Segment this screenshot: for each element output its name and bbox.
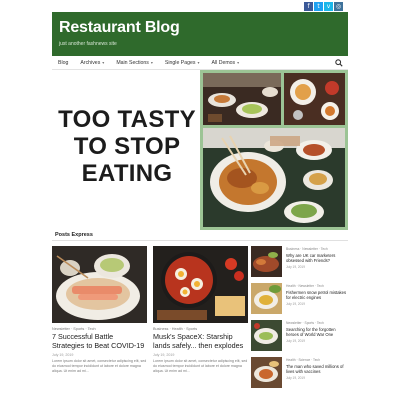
- site-title[interactable]: Restaurant Blog: [59, 19, 180, 37]
- post-categories[interactable]: Newsletter · Sports · Tech: [52, 327, 147, 331]
- post-thumbnail[interactable]: [251, 246, 282, 277]
- food-image: [251, 320, 282, 351]
- post-date: July 19, 2019: [286, 302, 305, 306]
- site-header: Restaurant Blog just another fashnews si…: [52, 12, 348, 56]
- hero-headline: TOO TASTY TO STOP EATING: [54, 106, 200, 187]
- social-links: f t v ◎: [304, 2, 343, 11]
- nav-item-main-sections[interactable]: Main Sections ▾: [116, 60, 153, 66]
- instagram-icon[interactable]: ◎: [334, 2, 343, 11]
- nav-item-label: All Demos: [211, 59, 236, 66]
- post-categories[interactable]: Business · Health · Sports: [153, 327, 248, 331]
- chevron-down-icon: ▾: [197, 59, 200, 65]
- post-thumbnail[interactable]: [251, 320, 282, 351]
- post-thumbnail[interactable]: [153, 246, 248, 323]
- hero-banner[interactable]: TOO TASTY TO STOP EATING: [52, 70, 348, 230]
- food-image: [153, 246, 248, 323]
- food-image: [251, 283, 282, 314]
- food-image: [251, 357, 282, 388]
- site-tagline: just another fashnews site: [59, 41, 117, 47]
- list-item-body: Health · Newsletter · Tech Fishermen sno…: [286, 284, 348, 306]
- nav-item-label: Blog: [58, 59, 69, 66]
- facebook-icon[interactable]: f: [304, 2, 313, 11]
- post-categories[interactable]: Health · Newsletter · Tech: [286, 284, 348, 288]
- post-title[interactable]: Searching for the forgotten heroes of Wo…: [286, 327, 348, 337]
- post-thumbnail[interactable]: [251, 283, 282, 314]
- nav-item-blog[interactable]: Blog: [58, 60, 68, 66]
- post-card[interactable]: Business · Health · Sports Musk's SpaceX…: [153, 246, 248, 374]
- post-categories[interactable]: Health · Science · Tech: [286, 358, 348, 362]
- list-item[interactable]: Health · Science · Tech The man who save…: [251, 357, 348, 392]
- post-excerpt: Lorem ipsum dolor sit amet, consectetur …: [153, 359, 248, 374]
- food-image: [251, 246, 282, 277]
- list-item-body: Business · Newsletter · Tech Why are UK …: [286, 247, 348, 269]
- twitter-icon[interactable]: t: [314, 2, 323, 11]
- search-icon[interactable]: [335, 59, 343, 67]
- list-item[interactable]: Business · Newsletter · Tech Why are UK …: [251, 246, 348, 281]
- food-image: [52, 246, 147, 323]
- chevron-down-icon: ▾: [102, 59, 105, 65]
- hero-line: EATING: [81, 160, 173, 187]
- post-card[interactable]: Newsletter · Sports · Tech 7 Successful …: [52, 246, 147, 374]
- nav-item-single-pages[interactable]: Single Pages ▾: [165, 60, 200, 66]
- post-title[interactable]: Musk's SpaceX: Starship lands safely... …: [153, 332, 248, 350]
- hero-line: TO STOP: [73, 133, 181, 160]
- post-excerpt: Lorem ipsum dolor sit amet, consectetur …: [52, 359, 147, 374]
- post-title[interactable]: The man who saved millions of lives with…: [286, 364, 348, 374]
- nav-item-label: Archives: [80, 59, 101, 66]
- post-title[interactable]: 7 Successful Battle Strategies to Beat C…: [52, 332, 147, 350]
- hero-food-collage[interactable]: [200, 70, 348, 230]
- nav-item-archives[interactable]: Archives ▾: [80, 60, 104, 66]
- chevron-down-icon: ▾: [150, 59, 153, 65]
- post-date: July 19, 2019: [286, 265, 305, 269]
- post-date: July 19, 2019: [286, 339, 305, 343]
- post-thumbnail[interactable]: [52, 246, 147, 323]
- post-date: July 19, 2019: [153, 353, 175, 358]
- food-collage-image: [200, 70, 348, 230]
- main-nav: Blog Archives ▾ Main Sections ▾ Single Pag…: [52, 56, 348, 70]
- list-item[interactable]: Newsletter · Sports · Tech Searching for…: [251, 320, 348, 355]
- nav-item-all-demos[interactable]: All Demos ▾: [212, 60, 240, 66]
- vimeo-icon[interactable]: v: [324, 2, 333, 11]
- post-thumbnail[interactable]: [251, 357, 282, 388]
- side-post-list: Business · Newsletter · Tech Why are UK …: [251, 246, 348, 394]
- nav-item-label: Single Pages: [164, 59, 196, 66]
- post-title[interactable]: Why are UK car marketers obsessed with F…: [286, 253, 348, 263]
- list-item-body: Newsletter · Sports · Tech Searching for…: [286, 321, 348, 343]
- section-divider: [52, 240, 348, 241]
- section-title: Posts Express: [55, 232, 93, 238]
- post-date: July 19, 2019: [52, 353, 74, 358]
- hero-line: TOO TASTY: [58, 106, 196, 133]
- nav-item-label: Main Sections: [116, 59, 149, 66]
- post-date: July 19, 2019: [286, 376, 305, 380]
- list-item-body: Health · Science · Tech The man who save…: [286, 358, 348, 380]
- post-title[interactable]: Fishermen snow petrol mistakes for elect…: [286, 290, 348, 300]
- post-categories[interactable]: Newsletter · Sports · Tech: [286, 321, 348, 325]
- list-item[interactable]: Health · Newsletter · Tech Fishermen sno…: [251, 283, 348, 318]
- chevron-down-icon: ▾: [237, 59, 240, 65]
- post-categories[interactable]: Business · Newsletter · Tech: [286, 247, 348, 251]
